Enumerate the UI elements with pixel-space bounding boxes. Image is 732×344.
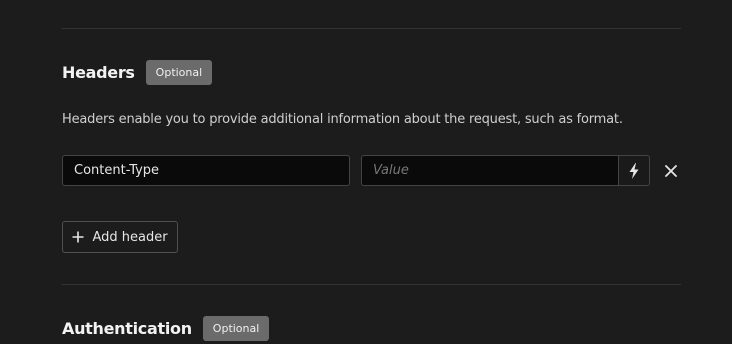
section-divider-middle [62, 284, 681, 285]
authentication-optional-badge: Optional [202, 316, 270, 341]
insert-variable-button[interactable] [618, 155, 650, 186]
request-settings-panel: Headers Optional Headers enable you to p… [0, 0, 732, 344]
header-key-input[interactable] [62, 155, 350, 186]
lightning-bolt-icon [629, 162, 639, 179]
headers-optional-badge: Optional [145, 60, 213, 85]
headers-title: Headers [62, 63, 135, 82]
close-icon [665, 165, 677, 177]
add-header-label: Add header [92, 229, 168, 245]
headers-heading: Headers Optional [62, 60, 213, 85]
headers-description: Headers enable you to provide additional… [62, 112, 623, 127]
add-header-button[interactable]: Add header [62, 221, 178, 253]
header-value-input[interactable] [361, 155, 619, 186]
authentication-title: Authentication [62, 319, 192, 338]
section-divider-top [62, 28, 681, 29]
remove-header-button[interactable] [660, 160, 682, 182]
authentication-heading: Authentication Optional [62, 316, 270, 341]
plus-icon [72, 231, 84, 243]
